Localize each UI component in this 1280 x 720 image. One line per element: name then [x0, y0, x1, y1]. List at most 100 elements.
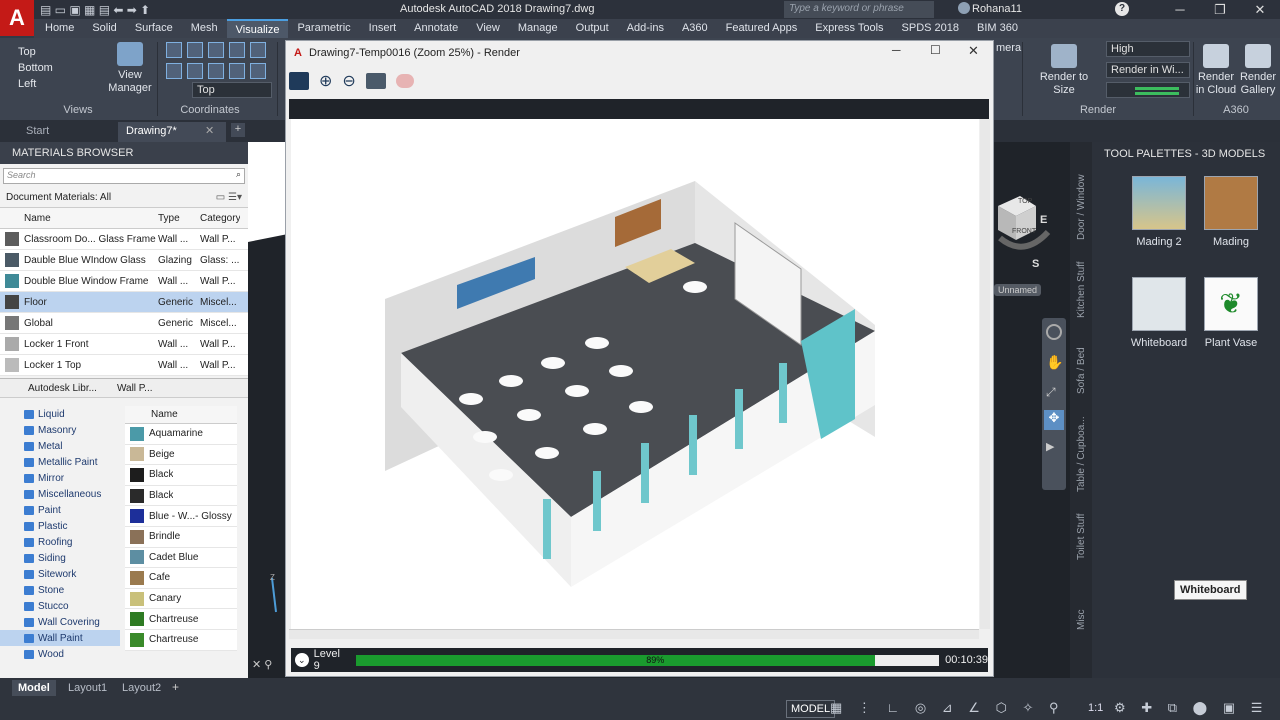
- ucs-named-dropdown[interactable]: Unnamed: [994, 284, 1042, 296]
- material-row[interactable]: Dauble Blue WIndow Glass Glazing Glass: ..…: [0, 250, 248, 271]
- save-icon[interactable]: [289, 72, 309, 90]
- library-tree-item[interactable]: Metallic Paint: [0, 454, 120, 470]
- ucs-icon[interactable]: [250, 63, 266, 79]
- ucs-icon[interactable]: [229, 42, 245, 58]
- help-icon[interactable]: ?: [1115, 2, 1129, 16]
- material-row[interactable]: Classroom Do... Glass Frame Wall ... Wall …: [0, 229, 248, 250]
- print-icon[interactable]: [365, 73, 386, 89]
- render-gallery-button[interactable]: Render Gallery: [1238, 44, 1278, 97]
- tab-a360[interactable]: A360: [673, 19, 717, 38]
- palette-tab-door-window[interactable]: Door / Window: [1076, 174, 1087, 240]
- palette-tab-table[interactable]: Table / Cupboa...: [1076, 416, 1087, 492]
- zoom-out-icon[interactable]: ⊖: [342, 71, 355, 91]
- library-material-item[interactable]: Beige: [125, 444, 237, 466]
- library-tree-item[interactable]: Wall Covering: [0, 614, 120, 630]
- library-tree-item[interactable]: Liquid: [0, 406, 120, 422]
- render-maximize-button[interactable]: ☐: [930, 43, 941, 57]
- tab-express-tools[interactable]: Express Tools: [806, 19, 892, 38]
- tab-annotate[interactable]: Annotate: [405, 19, 467, 38]
- palette-item-plant-vase[interactable]: ❦ Plant Vase: [1198, 277, 1264, 349]
- tab-add-ins[interactable]: Add-ins: [618, 19, 673, 38]
- library-tree-item[interactable]: Masonry: [0, 422, 120, 438]
- palette-item-mading-2[interactable]: Mading 2: [1126, 176, 1192, 248]
- render-minimize-button[interactable]: ─: [892, 43, 901, 57]
- ucs-icon[interactable]: [229, 63, 245, 79]
- coord-select[interactable]: Top: [192, 82, 272, 98]
- orbit-icon[interactable]: ✥: [1044, 410, 1064, 430]
- tab-mesh[interactable]: Mesh: [182, 19, 227, 38]
- add-layout-button[interactable]: +: [172, 680, 179, 694]
- ucs-icon[interactable]: [166, 63, 182, 79]
- view-options-icon[interactable]: ▭ ☰▾: [216, 192, 242, 203]
- tab-manage[interactable]: Manage: [509, 19, 567, 38]
- library-breadcrumb[interactable]: Autodesk Libr... Wall P...: [0, 378, 248, 398]
- palette-tab-toilet[interactable]: Toilet Stuff: [1076, 513, 1087, 560]
- ucs-icon[interactable]: [208, 42, 224, 58]
- library-tree-item[interactable]: Miscellaneous: [0, 486, 120, 502]
- view-bottom[interactable]: Bottom: [4, 60, 53, 76]
- user-name[interactable]: Rohana11: [972, 3, 1022, 15]
- palette-item-mading[interactable]: Mading: [1198, 176, 1264, 248]
- library-tree-item[interactable]: Plastic: [0, 518, 120, 534]
- ucs-icon[interactable]: [187, 63, 203, 79]
- restore-button[interactable]: ❐: [1200, 0, 1240, 19]
- library-material-item[interactable]: Black: [125, 485, 237, 507]
- palette-tab-kitchen[interactable]: Kitchen Stuff: [1076, 261, 1087, 318]
- view-manager-button[interactable]: View Manager: [108, 42, 152, 95]
- library-material-item[interactable]: Aquamarine: [125, 424, 237, 445]
- status-tool-icons[interactable]: ▦ ⋮ ∟ ◎ ⊿ ∠ ⬡ ✧ ⚲: [830, 700, 1065, 716]
- library-material-item[interactable]: Cafe: [125, 568, 237, 589]
- expand-chevron-icon[interactable]: ⌄: [295, 653, 309, 667]
- material-row[interactable]: Locker 1 Front Wall ... Wall P...: [0, 334, 248, 355]
- library-tree-item[interactable]: Wood: [0, 646, 120, 662]
- app-menu-button[interactable]: A: [0, 0, 34, 36]
- steering-wheel-icon[interactable]: [1046, 324, 1062, 340]
- tab-home[interactable]: Home: [36, 19, 83, 38]
- render-vertical-scrollbar[interactable]: [980, 119, 990, 629]
- tab-spds[interactable]: SPDS 2018: [893, 19, 968, 38]
- palette-tab-sofa-bed[interactable]: Sofa / Bed: [1076, 347, 1087, 394]
- library-tree-item[interactable]: Metal: [0, 438, 120, 454]
- help-search-input[interactable]: Type a keyword or phrase: [784, 1, 934, 18]
- material-row[interactable]: Global Generic Miscel...: [0, 313, 248, 334]
- render-close-button[interactable]: ✕: [968, 43, 979, 59]
- library-tree-item[interactable]: Sitework: [0, 566, 120, 582]
- close-button[interactable]: ✕: [1240, 0, 1280, 19]
- library-material-item[interactable]: Chartreuse: [125, 629, 237, 651]
- pan-icon[interactable]: ✋: [1046, 354, 1063, 371]
- tab-bim360[interactable]: BIM 360: [968, 19, 1027, 38]
- materials-search-input[interactable]: Search ⌕: [3, 168, 245, 184]
- zoom-in-icon[interactable]: ⊕: [319, 71, 332, 91]
- tab-visualize[interactable]: Visualize: [226, 19, 289, 38]
- tab-view[interactable]: View: [467, 19, 509, 38]
- annotation-scale[interactable]: 1:1: [1088, 702, 1103, 714]
- ucs-icon[interactable]: [187, 42, 203, 58]
- library-tree-item[interactable]: Stone: [0, 582, 120, 598]
- library-tree-item[interactable]: Paint: [0, 502, 120, 518]
- doc-tab-start[interactable]: Start: [0, 122, 116, 142]
- library-path-folder[interactable]: Wall P...: [117, 383, 153, 394]
- tab-featured-apps[interactable]: Featured Apps: [717, 19, 807, 38]
- render-to-size-button[interactable]: Render to Size: [1028, 44, 1100, 97]
- library-tree-item[interactable]: Siding: [0, 550, 120, 566]
- material-row[interactable]: Locker 1 Top Wall ... Wall P...: [0, 355, 248, 376]
- tab-model[interactable]: Model: [12, 680, 56, 696]
- palette-item-whiteboard[interactable]: Whiteboard: [1126, 277, 1192, 349]
- tab-solid[interactable]: Solid: [83, 19, 125, 38]
- quick-access-icons[interactable]: ▤ ▭ ▣ ▦ ▤ ⬅ ➡ ⬆: [40, 3, 150, 17]
- library-material-item[interactable]: Cadet Blue: [125, 547, 237, 569]
- render-teapot-icon[interactable]: [395, 74, 414, 88]
- library-tree-item[interactable]: Wall Paint: [0, 630, 120, 646]
- tab-layout1[interactable]: Layout1: [62, 680, 113, 696]
- tab-surface[interactable]: Surface: [126, 19, 182, 38]
- library-material-item[interactable]: Black: [125, 465, 237, 486]
- render-in-select[interactable]: Render in Wi...: [1106, 62, 1190, 78]
- col-type[interactable]: Type: [156, 213, 198, 224]
- minimize-button[interactable]: ─: [1160, 0, 1200, 19]
- ucs-icon[interactable]: [166, 42, 182, 58]
- view-top[interactable]: Top: [4, 44, 53, 60]
- col-name[interactable]: Name: [0, 213, 156, 224]
- render-horizontal-scrollbar[interactable]: [289, 629, 979, 639]
- close-doc-tab-icon[interactable]: ✕: [205, 124, 214, 137]
- library-tree-item[interactable]: Stucco: [0, 598, 120, 614]
